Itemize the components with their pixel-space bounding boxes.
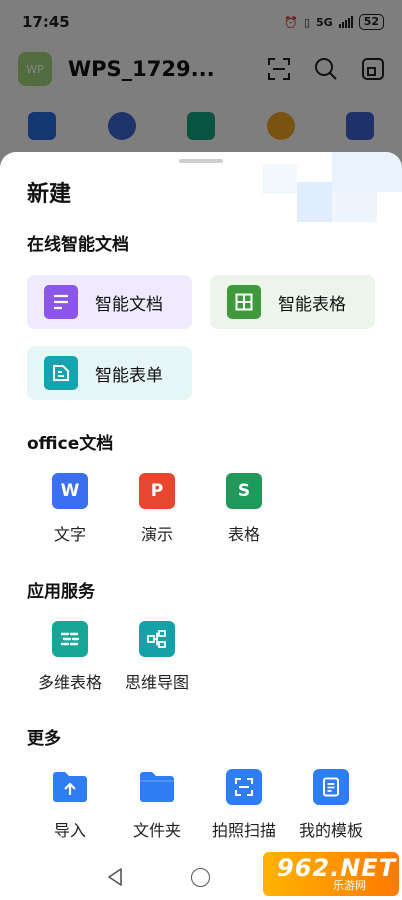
- smart-form-icon: [44, 356, 78, 390]
- photo-scan-button[interactable]: 拍照扫描: [200, 769, 288, 841]
- import-folder-icon: [52, 769, 88, 805]
- smart-doc-button[interactable]: 智能文档: [27, 275, 192, 329]
- spreadsheet-icon: S: [226, 473, 262, 509]
- new-spreadsheet-button[interactable]: S 表格: [200, 473, 288, 545]
- mind-map-label: 思维导图: [124, 673, 189, 692]
- section-title-office: office文档: [27, 434, 114, 454]
- mind-map-button[interactable]: 思维导图: [113, 621, 201, 693]
- multidim-table-button[interactable]: 多维表格: [26, 621, 114, 693]
- section-title-more: 更多: [27, 729, 61, 749]
- smart-form-label: 智能表单: [95, 365, 163, 386]
- presentation-icon: P: [139, 473, 175, 509]
- new-presentation-button[interactable]: P 演示: [113, 473, 201, 545]
- template-icon: [313, 769, 349, 805]
- multidim-table-label: 多维表格: [37, 673, 102, 692]
- new-word-button[interactable]: W 文字: [26, 473, 114, 545]
- smart-sheet-label: 智能表格: [278, 294, 346, 315]
- section-title-online: 在线智能文档: [27, 235, 129, 255]
- decorative-background-icon: [262, 152, 402, 222]
- new-document-sheet: 新建 在线智能文档 智能文档 智能表格 智能表单 office文档 W 文字 P…: [0, 152, 402, 900]
- home-icon[interactable]: [191, 868, 210, 887]
- multidim-table-icon: [52, 621, 88, 657]
- folder-label: 文件夹: [132, 821, 181, 840]
- smart-sheet-icon: [227, 285, 261, 319]
- import-button[interactable]: 导入: [26, 769, 114, 841]
- watermark-sub: 乐游网: [333, 879, 366, 892]
- word-label: 文字: [53, 525, 86, 544]
- my-templates-label: 我的模板: [298, 821, 363, 840]
- my-templates-button[interactable]: 我的模板: [287, 769, 375, 841]
- smart-form-button[interactable]: 智能表单: [27, 346, 192, 400]
- smart-doc-label: 智能文档: [95, 294, 163, 315]
- back-icon[interactable]: [106, 867, 124, 887]
- watermark-logo: 962.NET 乐游网: [263, 852, 399, 896]
- watermark-main: 962.NET: [277, 854, 397, 882]
- spreadsheet-label: 表格: [227, 525, 260, 544]
- smart-sheet-button[interactable]: 智能表格: [210, 275, 375, 329]
- scan-icon: [226, 769, 262, 805]
- photo-scan-label: 拍照扫描: [211, 821, 276, 840]
- import-label: 导入: [53, 821, 86, 840]
- sheet-title: 新建: [27, 182, 72, 207]
- section-title-services: 应用服务: [27, 582, 95, 602]
- folder-icon: [139, 769, 175, 805]
- mind-map-icon: [139, 621, 175, 657]
- word-icon: W: [52, 473, 88, 509]
- drag-handle[interactable]: [179, 159, 223, 163]
- new-folder-button[interactable]: 文件夹: [113, 769, 201, 841]
- smart-doc-icon: [44, 285, 78, 319]
- presentation-label: 演示: [140, 525, 173, 544]
